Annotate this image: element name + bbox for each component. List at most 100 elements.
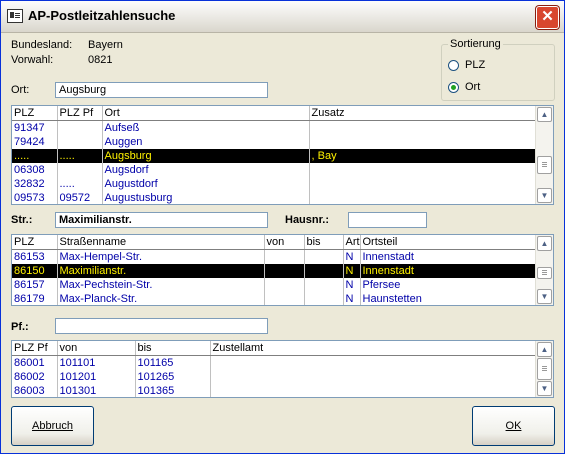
cell bbox=[304, 249, 344, 264]
cell bbox=[304, 264, 344, 278]
street-row[interactable]: 86153 Max-Hempel-Str. N Innenstadt bbox=[12, 249, 539, 264]
postfach-row[interactable]: 86002 101201 101265 bbox=[12, 370, 539, 384]
ort-list-scrollbar[interactable]: ▲ ▼ bbox=[535, 106, 553, 204]
column-header[interactable]: bis bbox=[135, 341, 211, 356]
street-row[interactable]: 86157 Max-Pechstein-Str. N Pfersee bbox=[12, 278, 539, 292]
cell: 101365 bbox=[135, 384, 211, 397]
close-button[interactable]: ✕ bbox=[536, 6, 559, 29]
column-header[interactable]: Ortsteil bbox=[360, 235, 539, 250]
column-header[interactable]: PLZ bbox=[12, 235, 58, 250]
ort-list[interactable]: PLZ PLZ Pf Ort Zusatz 91347 Aufseß 79424 A… bbox=[11, 105, 554, 205]
cell: 86002 bbox=[12, 370, 58, 384]
postfach-list-scrollbar[interactable]: ▲ ▼ bbox=[535, 341, 553, 397]
street-row-selected[interactable]: 86150 Maximilianstr. N Innenstadt bbox=[12, 264, 539, 278]
vorwahl-value: 0821 bbox=[88, 54, 113, 66]
app-icon bbox=[7, 9, 23, 23]
scroll-thumb[interactable] bbox=[537, 358, 552, 380]
abbruch-button-label: Abbruch bbox=[32, 420, 73, 432]
cell bbox=[309, 135, 539, 149]
column-header[interactable]: Ort bbox=[102, 106, 310, 121]
title-bar[interactable]: AP-Postleitzahlensuche ✕ bbox=[1, 1, 564, 33]
postfach-list[interactable]: PLZ Pf von bis Zustellamt 86001 101101 101… bbox=[11, 340, 554, 398]
cell: N bbox=[343, 278, 361, 292]
street-row[interactable]: 86179 Max-Planck-Str. N Haunstetten bbox=[12, 292, 539, 305]
cell: Innenstadt bbox=[360, 249, 539, 264]
scroll-down-icon[interactable]: ▼ bbox=[537, 188, 552, 203]
postfach-label: Pf.: bbox=[11, 321, 29, 333]
ort-input[interactable]: Augsburg bbox=[55, 82, 268, 98]
cell bbox=[304, 278, 344, 292]
ort-row[interactable]: 09573 09572 Augustusburg bbox=[12, 191, 539, 204]
cell: 101165 bbox=[135, 355, 211, 370]
sort-ort-label[interactable]: Ort bbox=[465, 81, 480, 93]
cell: 101301 bbox=[57, 384, 136, 397]
cell bbox=[210, 355, 539, 370]
scroll-down-icon[interactable]: ▼ bbox=[537, 381, 552, 396]
cell: 09572 bbox=[57, 191, 103, 204]
cell: N bbox=[343, 292, 361, 305]
scroll-thumb[interactable] bbox=[537, 267, 552, 279]
cell bbox=[264, 292, 305, 305]
street-list-scrollbar[interactable]: ▲ ▼ bbox=[535, 235, 553, 305]
postfach-row[interactable]: 86003 101301 101365 bbox=[12, 384, 539, 397]
cell: Max-Hempel-Str. bbox=[57, 249, 265, 264]
ort-row[interactable]: 79424 Auggen bbox=[12, 135, 539, 149]
ort-list-header: PLZ PLZ Pf Ort Zusatz bbox=[12, 106, 539, 121]
column-header[interactable]: von bbox=[264, 235, 305, 250]
cell: 101265 bbox=[135, 370, 211, 384]
ort-row[interactable]: 32832..... Augustdorf bbox=[12, 177, 539, 191]
street-list-header: PLZ Straßenname von bis Art Ortsteil bbox=[12, 235, 539, 250]
scroll-down-icon[interactable]: ▼ bbox=[537, 289, 552, 304]
cell: N bbox=[343, 249, 361, 264]
sort-plz-radio[interactable] bbox=[448, 60, 459, 71]
scroll-up-icon[interactable]: ▲ bbox=[537, 107, 552, 122]
ok-button[interactable]: OK bbox=[472, 406, 555, 446]
hausnr-input[interactable] bbox=[348, 212, 427, 228]
ort-row[interactable]: 06308 Augsdorf bbox=[12, 163, 539, 177]
cell: Augsdorf bbox=[102, 163, 310, 177]
cell: Auggen bbox=[102, 135, 310, 149]
cell bbox=[264, 264, 305, 278]
ort-label: Ort: bbox=[11, 84, 30, 96]
sort-ort-radio[interactable] bbox=[448, 82, 459, 93]
ort-row-selected[interactable]: .......... Augsburg, Bay bbox=[12, 149, 539, 163]
abbruch-button[interactable]: Abbruch bbox=[11, 406, 94, 446]
scroll-up-icon[interactable]: ▲ bbox=[537, 236, 552, 251]
cell: Augsburg bbox=[102, 149, 310, 163]
column-header[interactable]: bis bbox=[304, 235, 344, 250]
column-header[interactable]: PLZ bbox=[12, 106, 58, 121]
cell bbox=[57, 135, 103, 149]
cell: 06308 bbox=[12, 163, 58, 177]
scroll-up-icon[interactable]: ▲ bbox=[537, 342, 552, 357]
scroll-thumb[interactable] bbox=[537, 156, 552, 174]
column-header[interactable]: von bbox=[57, 341, 136, 356]
hausnr-label: Hausnr.: bbox=[285, 214, 330, 226]
strasse-input[interactable]: Maximilianstr. bbox=[55, 212, 268, 228]
cell: N bbox=[343, 264, 361, 278]
cell: Haunstetten bbox=[360, 292, 539, 305]
column-header[interactable]: Zusatz bbox=[309, 106, 539, 121]
cell: Max-Pechstein-Str. bbox=[57, 278, 265, 292]
cell: 101101 bbox=[57, 355, 136, 370]
column-header[interactable]: Straßenname bbox=[57, 235, 265, 250]
column-header[interactable]: Zustellamt bbox=[210, 341, 539, 356]
column-header[interactable]: Art bbox=[343, 235, 361, 250]
sortierung-group bbox=[441, 44, 555, 101]
sort-plz-label[interactable]: PLZ bbox=[465, 59, 485, 71]
cell bbox=[309, 163, 539, 177]
cell bbox=[309, 120, 539, 135]
column-header[interactable]: PLZ Pf bbox=[12, 341, 58, 356]
street-list[interactable]: PLZ Straßenname von bis Art Ortsteil 861… bbox=[11, 234, 554, 306]
sortierung-title: Sortierung bbox=[448, 38, 503, 50]
cell: 86157 bbox=[12, 278, 58, 292]
window-title: AP-Postleitzahlensuche bbox=[28, 8, 176, 23]
column-header[interactable]: PLZ Pf bbox=[57, 106, 103, 121]
postfach-input[interactable] bbox=[55, 318, 268, 334]
ort-row[interactable]: 91347 Aufseß bbox=[12, 120, 539, 135]
cell: 79424 bbox=[12, 135, 58, 149]
postfach-row[interactable]: 86001 101101 101165 bbox=[12, 355, 539, 370]
cell bbox=[309, 191, 539, 204]
cell: 91347 bbox=[12, 120, 58, 135]
cell bbox=[210, 384, 539, 397]
cell: 101201 bbox=[57, 370, 136, 384]
